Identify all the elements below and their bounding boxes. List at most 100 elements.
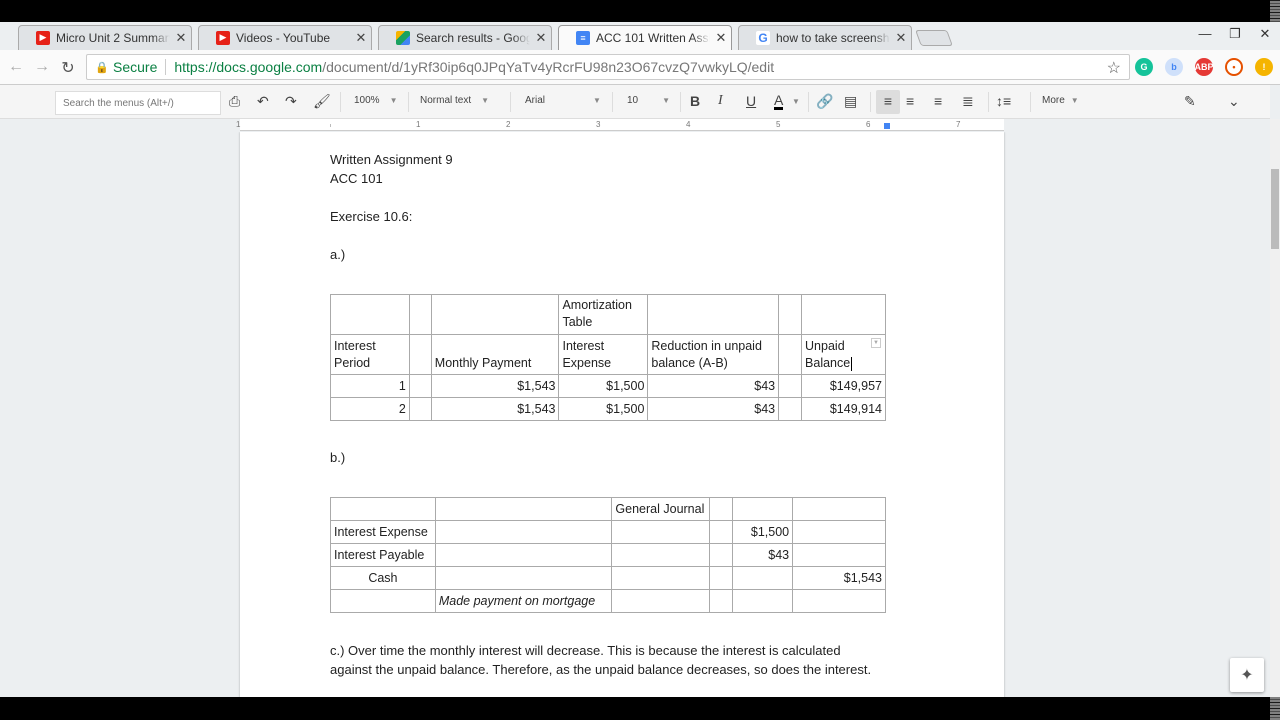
table-cell[interactable] — [430, 294, 560, 335]
explore-icon[interactable]: ✦ — [1230, 658, 1264, 692]
align-right-icon[interactable]: ≡ — [934, 93, 942, 109]
table-cell[interactable] — [792, 589, 886, 613]
credit-cell[interactable] — [792, 543, 886, 567]
new-tab-button[interactable] — [915, 30, 953, 46]
amortization-table[interactable]: Amortization Table Interest Period Month… — [330, 294, 886, 421]
table-cell[interactable] — [330, 497, 436, 521]
search-menus-input[interactable]: Search the menus (Alt+/) — [55, 91, 221, 115]
account-cell[interactable]: Cash — [330, 566, 436, 590]
align-left-icon[interactable]: ≡ — [876, 90, 900, 114]
font-size-select[interactable]: 10 ▼ — [627, 95, 670, 106]
header-interest-expense[interactable]: Interest Expense — [558, 334, 649, 375]
period-cell[interactable]: 2 — [330, 397, 410, 421]
collapse-chevron-icon[interactable]: ⌄ — [1228, 93, 1240, 110]
debit-cell[interactable]: $43 — [732, 543, 794, 567]
grammarly-icon[interactable]: G — [1135, 58, 1153, 76]
editing-mode-pencil-icon[interactable]: ✎ — [1184, 93, 1196, 110]
tab-acc101-doc[interactable]: ≡ ACC 101 Written Assignm ✕ — [554, 25, 736, 50]
undo-icon[interactable]: ↶ — [257, 93, 269, 110]
restore-icon[interactable]: ❐ — [1221, 26, 1249, 42]
table-cell[interactable] — [778, 334, 803, 375]
table-cell[interactable] — [778, 294, 803, 335]
bookmark-star-icon[interactable]: ☆ — [1107, 58, 1121, 78]
credit-cell[interactable] — [792, 520, 886, 544]
vertical-scrollbar[interactable] — [1270, 119, 1280, 697]
address-bar[interactable]: 🔒 Secure https://docs.google.com/documen… — [86, 54, 1130, 80]
print-icon[interactable]: ⎙ — [229, 93, 240, 110]
underline-icon[interactable]: U — [746, 93, 756, 109]
account-cell[interactable]: Interest Payable — [330, 543, 436, 567]
adblock-plus-icon[interactable]: ABP — [1195, 58, 1214, 76]
table-cell[interactable] — [647, 294, 780, 335]
amortization-caption[interactable]: Amortization Table — [558, 294, 649, 335]
table-cell[interactable] — [434, 520, 613, 544]
close-icon[interactable]: ✕ — [714, 30, 728, 46]
table-cell[interactable] — [732, 589, 794, 613]
extension-icon[interactable]: b — [1165, 58, 1183, 76]
table-cell[interactable] — [709, 543, 734, 567]
tab-drive-search[interactable]: Search results - Google D ✕ — [374, 25, 556, 50]
alert-icon[interactable]: ! — [1255, 58, 1273, 76]
style-select[interactable]: Normal text ▼ — [420, 95, 489, 106]
bold-icon[interactable]: B — [690, 93, 700, 109]
table-cell[interactable] — [330, 589, 436, 613]
tab-youtube[interactable]: ▶ Videos - YouTube ✕ — [194, 25, 376, 50]
table-cell[interactable] — [434, 543, 613, 567]
extension-flame-icon[interactable]: • — [1225, 58, 1243, 76]
table-cell[interactable] — [330, 294, 410, 335]
left-margin-marker[interactable] — [330, 124, 331, 127]
table-cell[interactable] — [434, 497, 613, 521]
table-cell[interactable] — [778, 397, 803, 421]
comment-icon[interactable]: ▤ — [844, 93, 857, 110]
document-page[interactable]: Written Assignment 9 ACC 101 Exercise 10… — [240, 132, 1004, 697]
close-icon[interactable]: ✕ — [174, 30, 188, 46]
header-monthly-payment[interactable]: Monthly Payment — [430, 334, 560, 375]
header-reduction[interactable]: Reduction in unpaid balance (A-B) — [647, 334, 780, 375]
header-interest-period[interactable]: Interest Period — [330, 334, 410, 375]
text-color-icon[interactable]: A — [774, 93, 784, 110]
table-cell[interactable] — [732, 497, 794, 521]
more-button[interactable]: More ▼ — [1042, 95, 1079, 106]
balance-cell[interactable]: $149,957 — [801, 374, 886, 398]
header-unpaid-balance-cell[interactable]: Unpaid Balance ▼ — [801, 334, 886, 375]
general-journal-table[interactable]: General Journal Interest Expense $1,500 — [330, 497, 886, 613]
interest-cell[interactable]: $1,500 — [558, 374, 649, 398]
table-cell[interactable] — [709, 497, 734, 521]
period-cell[interactable]: 1 — [330, 374, 410, 398]
table-cell[interactable] — [408, 397, 432, 421]
font-select[interactable]: Arial ▼ — [525, 95, 601, 106]
journal-caption[interactable]: General Journal — [611, 497, 711, 521]
tab-micro-unit[interactable]: ▶ Micro Unit 2 Summary- ✕ — [14, 25, 196, 50]
table-cell[interactable] — [408, 294, 432, 335]
table-cell[interactable] — [611, 589, 711, 613]
table-cell[interactable] — [408, 374, 432, 398]
payment-cell[interactable]: $1,543 — [430, 374, 560, 398]
balance-cell[interactable]: $149,914 — [801, 397, 886, 421]
tab-google-search[interactable]: G how to take screenshot o ✕ — [734, 25, 916, 50]
table-cell[interactable] — [709, 520, 734, 544]
scrollbar-thumb[interactable] — [1271, 169, 1279, 249]
link-icon[interactable]: 🔗 — [816, 93, 833, 110]
account-cell[interactable]: Interest Expense — [330, 520, 436, 544]
interest-cell[interactable]: $1,500 — [558, 397, 649, 421]
table-cell[interactable] — [778, 374, 803, 398]
italic-icon[interactable]: I — [718, 93, 723, 109]
table-cell[interactable] — [709, 566, 734, 590]
align-center-icon[interactable]: ≡ — [906, 93, 914, 109]
table-cell[interactable] — [792, 497, 886, 521]
justify-icon[interactable]: ≣ — [962, 93, 974, 110]
paint-format-icon[interactable]: 🖌 — [313, 93, 331, 110]
right-indent-marker[interactable] — [884, 123, 890, 129]
credit-cell[interactable]: $1,543 — [792, 566, 886, 590]
close-icon[interactable]: ✕ — [354, 30, 368, 46]
table-cell[interactable] — [709, 589, 734, 613]
close-window-icon[interactable]: ✕ — [1251, 26, 1279, 42]
redo-icon[interactable]: ↷ — [285, 93, 297, 110]
reduction-cell[interactable]: $43 — [647, 397, 780, 421]
line-spacing-icon[interactable]: ↕≡ — [996, 93, 1011, 109]
table-cell[interactable] — [408, 334, 432, 375]
journal-memo[interactable]: Made payment on mortgage — [434, 589, 613, 613]
table-cell[interactable] — [611, 520, 711, 544]
table-cell[interactable] — [611, 566, 711, 590]
table-cell[interactable] — [611, 543, 711, 567]
